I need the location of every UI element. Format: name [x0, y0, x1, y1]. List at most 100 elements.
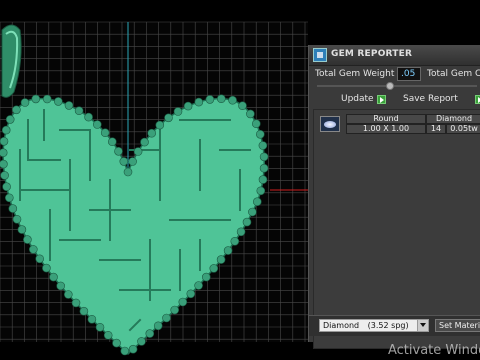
- gem-reporter-panel: GEM REPORTER Total Gem Weight .05 Total …: [308, 45, 480, 349]
- bead: [217, 94, 226, 103]
- save-report-button[interactable]: Save Report: [403, 94, 458, 104]
- bead: [42, 263, 51, 273]
- bead: [251, 119, 261, 128]
- bead: [205, 95, 215, 104]
- material-select[interactable]: Diamond (3.52 spg): [319, 319, 429, 332]
- bead: [0, 148, 8, 157]
- bead: [2, 182, 11, 191]
- bead: [28, 245, 38, 254]
- bead: [42, 94, 52, 104]
- bead: [53, 97, 63, 106]
- bead: [246, 109, 255, 119]
- bead: [108, 137, 117, 146]
- bead: [153, 321, 163, 331]
- update-go-icon[interactable]: [377, 95, 386, 104]
- bead: [0, 171, 9, 180]
- gem-material: Diamond: [426, 114, 480, 124]
- bead: [238, 101, 247, 110]
- gem-shape: Round: [346, 114, 426, 124]
- bead: [209, 264, 219, 273]
- total-gem-count-label: Total Gem Count: [427, 69, 480, 79]
- bead: [23, 235, 32, 244]
- bead: [84, 112, 93, 122]
- bead: [140, 137, 149, 147]
- gem-size: 1.00 X 1.00: [346, 124, 426, 134]
- gem-weight: 0.05tw: [446, 124, 480, 134]
- bead: [64, 101, 74, 110]
- bead: [95, 322, 105, 332]
- bead: [178, 297, 188, 307]
- bead: [230, 237, 240, 246]
- bead: [5, 193, 14, 203]
- bead: [5, 115, 15, 124]
- bead: [17, 225, 27, 234]
- bead: [49, 272, 58, 282]
- bead: [8, 204, 18, 213]
- bead: [112, 338, 121, 348]
- total-gem-weight-field[interactable]: .05: [397, 67, 421, 81]
- bead: [258, 175, 268, 184]
- bead: [216, 255, 226, 264]
- activate-windows-watermark: Activate Windows: [388, 343, 480, 358]
- bead: [123, 167, 133, 177]
- bead: [186, 289, 196, 299]
- gem-count: 14: [426, 124, 446, 134]
- bead: [242, 217, 252, 227]
- bead: [87, 314, 97, 324]
- bead: [145, 329, 155, 338]
- bead: [12, 105, 21, 115]
- bead: [0, 137, 9, 146]
- bead: [183, 101, 193, 111]
- bead: [255, 130, 265, 139]
- bead: [100, 128, 110, 137]
- bead: [202, 272, 211, 282]
- bead: [228, 95, 237, 105]
- bead: [35, 254, 45, 264]
- bead: [128, 157, 137, 166]
- bead: [128, 344, 138, 354]
- bead: [31, 94, 41, 104]
- bead: [93, 120, 102, 129]
- bead: [120, 346, 130, 356]
- set-material-button[interactable]: Set Material: [435, 319, 480, 332]
- chevron-down-icon[interactable]: [417, 320, 428, 331]
- bead: [194, 281, 203, 290]
- bead: [173, 107, 183, 116]
- bead: [164, 113, 173, 123]
- bead: [12, 215, 22, 224]
- bead: [137, 337, 146, 346]
- bead: [103, 330, 113, 340]
- bead: [258, 141, 268, 150]
- round-diamond-icon: [320, 116, 340, 132]
- bead: [79, 306, 89, 316]
- bead: [259, 163, 269, 173]
- bead: [155, 120, 165, 130]
- bead: [64, 290, 73, 299]
- bead: [170, 305, 179, 315]
- bead: [133, 147, 143, 156]
- material-select-value: Diamond: [323, 321, 360, 330]
- material-spg: (3.52 spg): [367, 321, 409, 330]
- total-gem-weight-label: Total Gem Weight: [315, 69, 395, 79]
- bead: [114, 147, 123, 156]
- slider-track[interactable]: [317, 85, 477, 87]
- gem-list[interactable]: Round Diamond 1.00 X 1.00 14 0.05tw: [313, 109, 480, 349]
- bead: [56, 281, 66, 291]
- update-button[interactable]: Update: [341, 94, 374, 104]
- bead: [119, 157, 129, 166]
- bead: [1, 125, 11, 135]
- bead: [256, 186, 266, 196]
- bead: [248, 207, 257, 217]
- panel-title: GEM REPORTER: [331, 49, 413, 59]
- save-report-go-icon[interactable]: [475, 95, 480, 104]
- bead: [259, 152, 269, 162]
- bead: [20, 98, 30, 107]
- bead: [162, 313, 171, 323]
- bead: [71, 298, 81, 308]
- bead: [147, 128, 156, 138]
- slider-thumb[interactable]: [386, 82, 394, 90]
- panel-titlebar[interactable]: GEM REPORTER: [309, 45, 480, 66]
- panel-footer: Diamond (3.52 spg) Set Material: [309, 315, 480, 336]
- bead: [223, 246, 233, 255]
- bead: [236, 227, 246, 237]
